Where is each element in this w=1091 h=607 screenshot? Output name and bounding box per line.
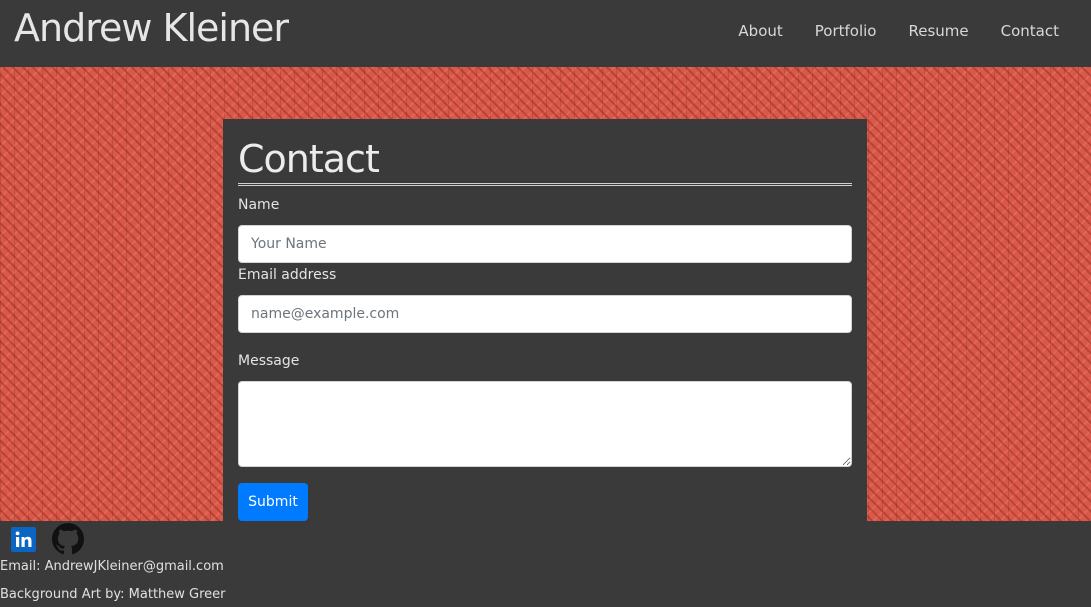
social-links (11, 523, 84, 559)
linkedin-icon (11, 526, 36, 552)
email-input[interactable] (238, 295, 852, 333)
github-icon (52, 523, 84, 555)
nav-links: About Portfolio Resume Contact (738, 22, 1059, 40)
contact-card: Contact Name Email address Message Submi… (223, 119, 867, 521)
submit-button[interactable]: Submit (238, 483, 308, 521)
name-input[interactable] (238, 225, 852, 263)
message-textarea[interactable] (238, 381, 852, 467)
navbar: Andrew Kleiner About Portfolio Resume Co… (0, 0, 1091, 67)
footer-credit: Background Art by: Matthew Greer (0, 587, 226, 602)
nav-link-contact[interactable]: Contact (1001, 22, 1059, 40)
email-label: Email address (238, 267, 337, 283)
nav-link-portfolio[interactable]: Portfolio (815, 22, 877, 40)
brand-link[interactable]: Andrew Kleiner (14, 6, 289, 50)
nav-link-about[interactable]: About (738, 22, 782, 40)
linkedin-link[interactable] (11, 526, 36, 556)
message-label: Message (238, 353, 300, 369)
nav-link-resume[interactable]: Resume (909, 22, 969, 40)
page-title: Contact (238, 137, 852, 186)
name-label: Name (238, 197, 280, 213)
footer: Email: AndrewJKleiner@gmail.com Backgrou… (0, 521, 1091, 607)
github-link[interactable] (52, 523, 84, 559)
footer-email: Email: AndrewJKleiner@gmail.com (0, 559, 224, 574)
